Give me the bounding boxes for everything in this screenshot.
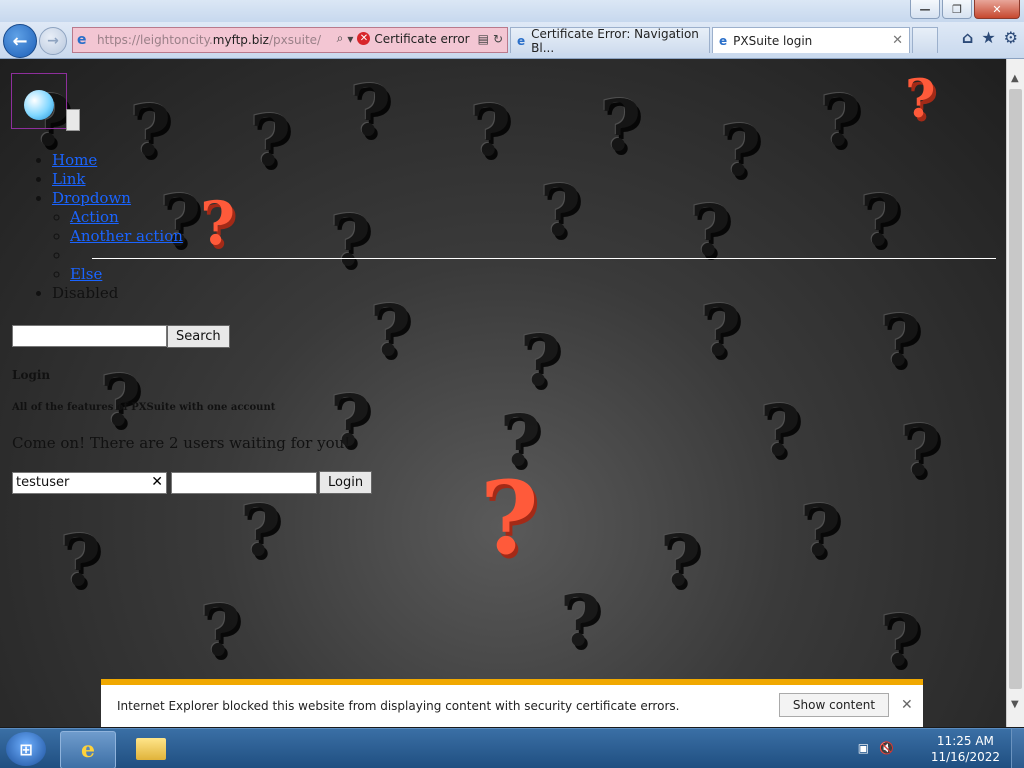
- nav-link-dropdown[interactable]: Dropdown: [52, 189, 131, 207]
- network-icon[interactable]: ▣: [858, 741, 869, 755]
- username-field[interactable]: testuser ✕: [12, 471, 167, 494]
- favorites-star-icon[interactable]: ★: [981, 28, 995, 47]
- show-content-button[interactable]: Show content: [779, 693, 889, 717]
- search-button[interactable]: Search: [167, 325, 230, 348]
- dropdown-menu: Action Another action Else: [52, 208, 183, 284]
- nav-item-disabled: Disabled: [52, 284, 183, 303]
- login-message: Come on! There are 2 users waiting for y…: [12, 434, 351, 452]
- clock-date: 11/16/2022: [930, 750, 1000, 764]
- tab-title: PXSuite login: [733, 33, 813, 48]
- nav-menu: Home Link Dropdown Action Another action…: [30, 151, 183, 303]
- search-input[interactable]: [12, 325, 167, 347]
- dropdown-arrow-icon[interactable]: ▾: [347, 32, 353, 46]
- search-icon[interactable]: ⌕: [337, 31, 344, 46]
- certificate-error-icon[interactable]: ✕: [357, 32, 371, 45]
- home-icon[interactable]: ⌂: [962, 28, 973, 47]
- nav-link-disabled: Disabled: [52, 284, 119, 302]
- certificate-error-label[interactable]: Certificate error: [374, 32, 469, 46]
- settings-gear-icon[interactable]: ⚙: [1004, 28, 1018, 47]
- pxsuite-page: Home Link Dropdown Action Another action…: [0, 59, 1006, 727]
- login-title: Login: [12, 368, 51, 382]
- url-path: /pxsuite/: [268, 33, 322, 47]
- logo[interactable]: [11, 73, 67, 129]
- url-host: myftp.biz: [212, 33, 269, 47]
- notification-bar: Internet Explorer blocked this website f…: [101, 679, 923, 727]
- forward-button[interactable]: →: [39, 27, 67, 55]
- login-form: testuser ✕ Login: [12, 471, 373, 494]
- scroll-down-arrow-icon[interactable]: ▼: [1011, 699, 1019, 710]
- window-titlebar: — ❐ ✕: [0, 0, 1024, 22]
- dropdown-divider: [92, 258, 996, 259]
- dropdown-item-action: Action: [70, 208, 183, 227]
- dropdown-item-another-action: Another action: [70, 227, 183, 246]
- tab-certificate-error[interactable]: e Certificate Error: Navigation Bl...: [510, 26, 710, 55]
- ie-favicon-icon: e: [77, 32, 87, 48]
- tab-pxsuite-login[interactable]: e PXSuite login ✕: [712, 27, 910, 53]
- ie-tab-icon: e: [719, 33, 728, 48]
- taskbar: ⊞ e ▣ 🔇 11:25 AM 11/16/2022: [0, 728, 1024, 768]
- scroll-up-arrow-icon[interactable]: ▲: [1011, 73, 1019, 84]
- notification-text: Internet Explorer blocked this website f…: [117, 699, 680, 713]
- show-desktop-button[interactable]: [1011, 729, 1024, 768]
- nav-link-link[interactable]: Link: [52, 170, 86, 188]
- clear-input-icon[interactable]: ✕: [151, 474, 163, 490]
- system-tray: ▣ 🔇: [858, 741, 894, 755]
- login-button[interactable]: Login: [319, 471, 373, 494]
- refresh-icon[interactable]: ↻: [493, 32, 503, 46]
- password-field[interactable]: [171, 471, 317, 494]
- clock-time: 11:25 AM: [936, 734, 994, 748]
- maximize-button[interactable]: ❐: [942, 0, 972, 19]
- address-bar[interactable]: e https://leightoncity. myftp.biz/pxsuite…: [72, 27, 508, 53]
- url-prefix: https://leightoncity.: [97, 33, 213, 47]
- volume-muted-icon[interactable]: 🔇: [879, 741, 894, 755]
- scroll-thumb[interactable]: [1009, 89, 1022, 689]
- dropdown-divider-item: [70, 246, 183, 265]
- ie-tab-icon: e: [517, 33, 526, 48]
- dropdown-link-another-action[interactable]: Another action: [70, 227, 183, 245]
- window-controls: — ❐ ✕: [910, 0, 1020, 19]
- navbar-toggler-button[interactable]: [66, 109, 80, 131]
- nav-item-dropdown: Dropdown Action Another action Else: [52, 189, 183, 284]
- system-clock[interactable]: 11:25 AM 11/16/2022: [931, 733, 1000, 765]
- new-tab-button[interactable]: [912, 27, 938, 53]
- vertical-scrollbar[interactable]: ▲ ▼: [1006, 59, 1024, 727]
- start-button[interactable]: ⊞: [6, 732, 46, 766]
- tab-title: Certificate Error: Navigation Bl...: [531, 26, 699, 55]
- close-tab-icon[interactable]: ✕: [892, 33, 903, 48]
- dropdown-link-action[interactable]: Action: [70, 208, 119, 226]
- nav-link-home[interactable]: Home: [52, 151, 97, 169]
- page-background: ? ? ? ? ? ? ? ? ? ? ? ? ? ? ? ? ? ? ? ? …: [0, 59, 1006, 727]
- folder-icon: [136, 738, 166, 760]
- browser-navbar: ← → e https://leightoncity. myftp.biz/pxs…: [0, 22, 1024, 59]
- nav-item-link: Link: [52, 170, 183, 189]
- close-notification-icon[interactable]: ✕: [901, 697, 913, 713]
- nav-item-home: Home: [52, 151, 183, 170]
- browser-tools: ⌂ ★ ⚙: [962, 28, 1018, 47]
- username-value: testuser: [16, 474, 70, 490]
- address-icons: ⌕ ▾ ✕ Certificate error ▤ ↻: [337, 31, 503, 46]
- logo-globe-icon: [24, 90, 54, 120]
- taskbar-internet-explorer[interactable]: e: [60, 731, 116, 768]
- back-button[interactable]: ←: [3, 24, 37, 58]
- minimize-button[interactable]: —: [910, 0, 940, 19]
- close-window-button[interactable]: ✕: [974, 0, 1020, 19]
- compatibility-icon[interactable]: ▤: [478, 32, 489, 46]
- dropdown-link-else[interactable]: Else: [70, 265, 102, 283]
- taskbar-file-explorer[interactable]: [124, 731, 178, 767]
- login-subtitle: All of the features of PXSuite with one …: [12, 402, 276, 413]
- dropdown-item-else: Else: [70, 265, 183, 284]
- search-form: Search: [12, 325, 230, 348]
